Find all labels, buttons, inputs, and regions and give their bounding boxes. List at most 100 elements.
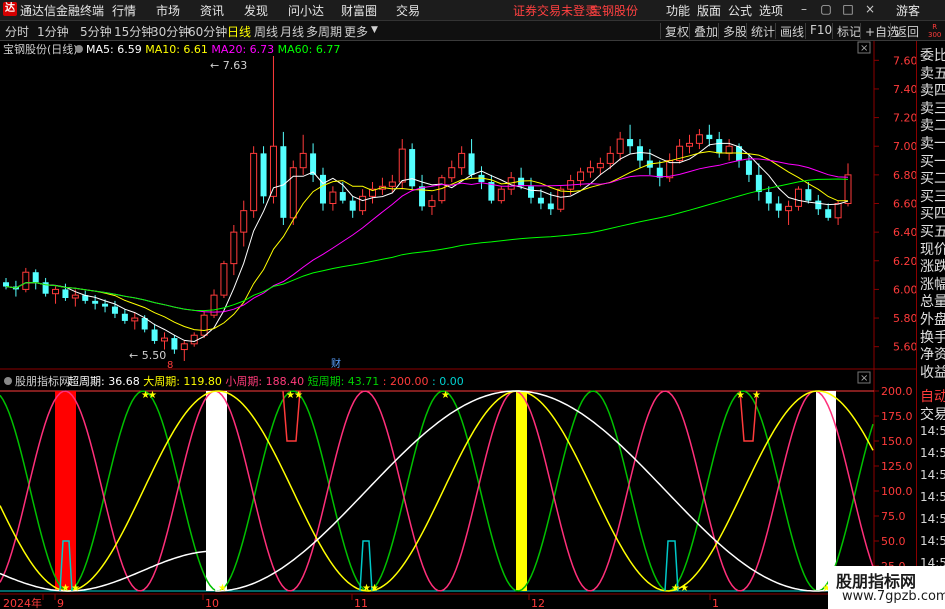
chart-title: 宝钢股份(日线) [3,42,78,56]
time-tick-label: 12 [531,597,545,609]
ind-tick-label: 175.0 [881,410,913,423]
multi-stock-button[interactable]: 多股 [718,23,747,39]
menu-stock-name: 宝钢股份 [590,4,639,18]
menu-item-options[interactable]: 选项 [759,2,783,19]
low-price-label: ← 5.50 [129,349,166,362]
menu-item-quotes[interactable]: 行情 [112,2,136,19]
candle [190,332,198,347]
candle [627,124,634,154]
signal-star-icon: ★ [61,583,70,594]
indicator-settings-icon[interactable] [4,377,12,385]
signal-star-icon: ★ [671,583,680,594]
ma-label-2: MA20: 6.73 [208,43,274,56]
candle [765,186,772,211]
price-tick-label: 7.60 [893,54,916,67]
signal-star-icon: ★ [294,390,303,401]
tab-intraday[interactable]: 分时 [5,23,29,40]
candle [121,309,128,324]
indicator-label-3: 短周期: 43.71 [304,374,379,388]
tab-30min[interactable]: 30分钟 [151,23,190,40]
f10-button[interactable]: F10 [805,23,832,39]
menu-item-trade[interactable]: 交易 [396,2,420,19]
tab-weekly[interactable]: 周线 [254,23,278,40]
cycle-bar [516,391,527,591]
time-tick-label: 1 [712,597,719,609]
menu-item-functions[interactable]: 功能 [666,2,690,19]
side-time-3: 14:56 [920,490,945,504]
indicator-axis: 200.0175.0150.0125.0100.075.050.025.0 [874,385,913,573]
side-time-1: 14:56 [920,446,945,460]
candle [230,224,238,276]
menu-item-news[interactable]: 资讯 [200,2,224,19]
signal-star-icon: ★ [370,583,379,594]
draw-line-button[interactable]: 画线 [775,23,804,39]
candle [419,174,426,211]
marker-8: 8 [167,360,173,371]
side-time-4: 14:56 [920,512,945,526]
candle [220,260,228,298]
ma60-line [5,178,849,312]
time-tick-label: 10 [205,597,219,609]
restore-icon[interactable]: ▢ [818,2,834,16]
signal-star-icon: ★ [218,583,227,594]
stats-button[interactable]: 统计 [746,23,775,39]
candle [171,335,178,354]
kline-chart[interactable]: 宝钢股份(日线) MA5: 6.59 MA10: 6.61 MA20: 6.73… [0,41,916,609]
adjust-button[interactable]: 复权 [660,23,689,39]
candle [32,269,39,290]
ind-tick-label: 200.0 [881,385,913,398]
ma5-line [5,142,849,343]
menu-item-wealth[interactable]: 财富圈 [341,2,377,19]
minimize-icon[interactable]: – [796,2,812,16]
tab-daily[interactable]: 日线 [227,23,251,40]
menu-item-discover[interactable]: 发现 [244,2,268,19]
candle [428,194,436,215]
indicator-name: 股朋指标网 [15,374,70,388]
candle [260,146,267,204]
guest-link[interactable]: 游客 [896,2,920,19]
overlay-button[interactable]: 叠加 [689,23,718,39]
candle [240,200,248,247]
tab-5min[interactable]: 5分钟 [80,23,112,40]
menu-item-formula[interactable]: 公式 [728,2,752,19]
chart-settings-icon[interactable] [75,45,83,53]
indicator-label-4: : 200.00 [379,375,428,388]
candle [52,286,60,304]
side-auto[interactable]: 自动 [920,386,945,406]
candle [666,153,674,183]
side-trade[interactable]: 交易 [920,404,945,424]
indicator-label-5: : 0.00 [429,375,464,388]
candle [586,160,594,178]
price-tick-label: 7.20 [893,112,916,125]
close-icon[interactable]: × [862,2,878,16]
pane-close-icon[interactable]: × [860,43,868,54]
login-warning[interactable]: 证券交易未登录 [513,2,597,19]
mark-button[interactable]: 标记 [832,23,861,39]
candle [706,124,713,147]
price-tick-label: 6.60 [893,198,916,211]
signal-star-icon: ★ [752,390,761,401]
candle [22,267,30,293]
price-tick-label: 7.40 [893,83,916,96]
maximize-icon[interactable]: □ [840,2,856,16]
back-button[interactable]: 返回 [890,23,919,39]
menu-item-market[interactable]: 市场 [156,2,180,19]
candle [269,56,277,204]
side-label-18[interactable]: 收益 [920,362,945,382]
tab-multi-period[interactable]: 多周期 [306,23,342,40]
indicator-close-icon[interactable]: × [860,373,868,384]
ind-tick-label: 125.0 [881,460,913,473]
menu-item-layout[interactable]: 版面 [697,2,721,19]
signal-star-icon: ★ [71,583,80,594]
tab-monthly[interactable]: 月线 [280,23,304,40]
time-tick-label: 9 [57,597,64,609]
tab-60min[interactable]: 60分钟 [188,23,227,40]
menu-item-ask[interactable]: 问小达 [288,2,324,19]
tab-more[interactable]: 更多 [344,23,368,40]
signal-star-icon: ★ [680,583,689,594]
tab-15min[interactable]: 15分钟 [114,23,153,40]
more-dropdown-icon[interactable]: ▼ [371,25,378,35]
candle [596,157,604,175]
candle [369,182,377,204]
tab-1min[interactable]: 1分钟 [37,23,69,40]
